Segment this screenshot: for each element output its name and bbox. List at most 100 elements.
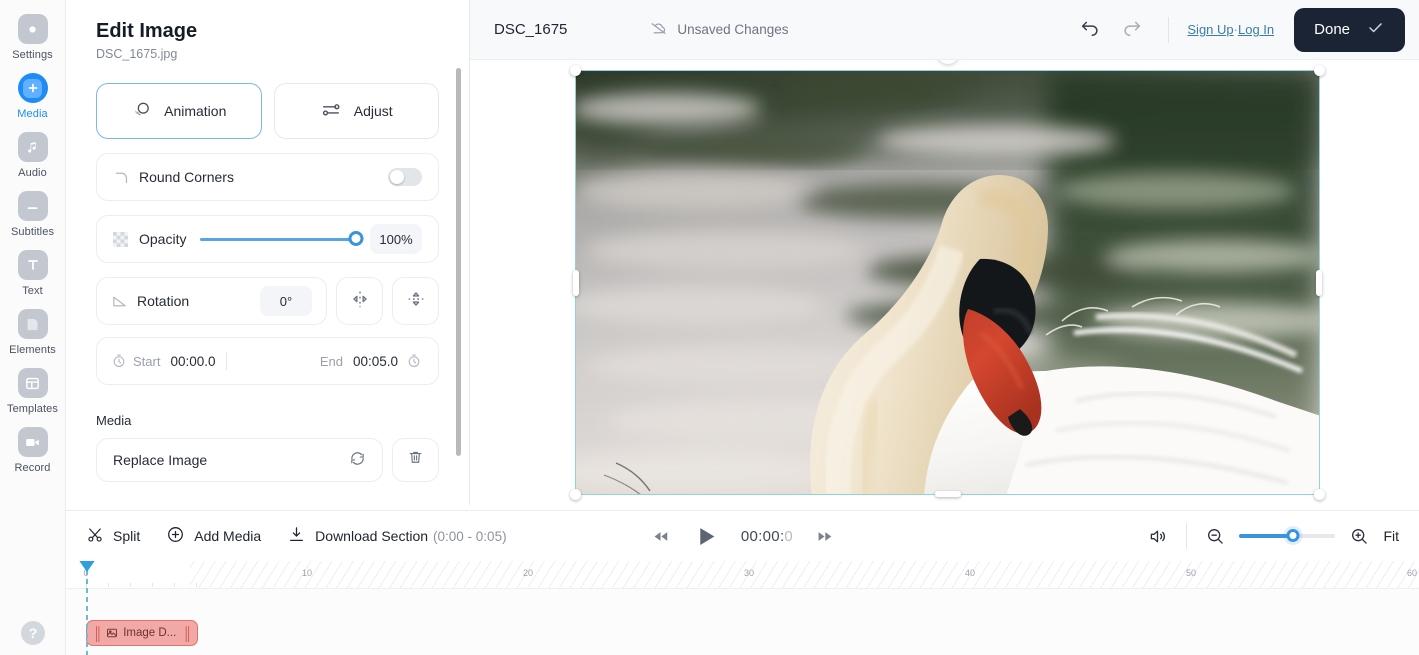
redo-button[interactable] bbox=[1114, 12, 1150, 48]
check-icon bbox=[1366, 18, 1385, 41]
opacity-value[interactable]: 100% bbox=[370, 224, 422, 254]
resize-handle-bottom-left[interactable] bbox=[570, 489, 581, 500]
save-status: Unsaved Changes bbox=[649, 19, 788, 41]
zoom-in-button[interactable] bbox=[1349, 526, 1369, 546]
undo-button[interactable] bbox=[1072, 12, 1108, 48]
ruler-minor-tick bbox=[152, 583, 153, 587]
clip-handle-right[interactable]: ║ bbox=[183, 626, 191, 641]
skip-forward-button[interactable] bbox=[815, 527, 834, 546]
delete-image-button[interactable] bbox=[392, 438, 439, 482]
ruler-tick: 40 bbox=[965, 568, 975, 578]
timing-row: Start 00:00.0 End 00:05.0 bbox=[96, 337, 439, 385]
page-title: Edit Image bbox=[96, 20, 439, 43]
resize-handle-bottom[interactable] bbox=[935, 491, 961, 497]
opacity-slider[interactable] bbox=[200, 238, 356, 241]
opacity-label: Opacity bbox=[139, 231, 186, 247]
ruler-minor-tick bbox=[108, 583, 109, 587]
help-button[interactable]: ? bbox=[0, 621, 66, 645]
sidebar-item-templates[interactable]: Templates bbox=[0, 368, 66, 415]
sidebar-item-media[interactable]: Media bbox=[0, 73, 66, 120]
resize-handle-left[interactable] bbox=[573, 270, 579, 296]
timeline-clip-image[interactable]: ║ Image D... ║ bbox=[86, 620, 198, 646]
rotation-label: Rotation bbox=[137, 293, 189, 309]
tab-adjust-label: Adjust bbox=[354, 103, 393, 119]
volume-button[interactable] bbox=[1147, 526, 1168, 547]
rotation-value[interactable]: 0° bbox=[260, 286, 312, 316]
undo-arrow-icon bbox=[1079, 16, 1101, 43]
media-actions: Replace Image bbox=[96, 438, 439, 482]
split-label: Split bbox=[113, 528, 140, 544]
split-button[interactable]: Split bbox=[86, 526, 140, 547]
sidebar-item-audio[interactable]: Audio bbox=[0, 132, 66, 179]
download-icon bbox=[287, 525, 306, 547]
sidebar-item-label: Audio bbox=[18, 167, 47, 179]
edit-image-panel: Edit Image DSC_1675.jpg Animation bbox=[66, 0, 470, 505]
play-button[interactable] bbox=[692, 523, 719, 550]
scissors-icon bbox=[86, 526, 104, 547]
end-value[interactable]: 00:05.0 bbox=[353, 354, 398, 369]
rotate-handle[interactable] bbox=[937, 60, 959, 64]
timeline[interactable]: 0102030405060 ║ Image D... ║ bbox=[66, 561, 1419, 655]
fit-button[interactable]: Fit bbox=[1383, 528, 1399, 544]
ruler-tick: 60 bbox=[1407, 568, 1417, 578]
project-name[interactable]: DSC_1675 bbox=[494, 21, 567, 38]
timeline-track[interactable] bbox=[66, 589, 1419, 655]
resize-handle-top-right[interactable] bbox=[1314, 65, 1325, 76]
top-bar: DSC_1675 Unsaved Changes bbox=[470, 0, 1419, 60]
clip-handle-left[interactable]: ║ bbox=[93, 626, 101, 641]
tab-animation[interactable]: Animation bbox=[96, 83, 262, 139]
media-section-title: Media bbox=[96, 413, 439, 428]
start-label: Start bbox=[133, 354, 160, 369]
sidebar-item-subtitles[interactable]: Subtitles bbox=[0, 191, 66, 238]
sidebar-item-elements[interactable]: Elements bbox=[0, 309, 66, 356]
image-selection-frame[interactable] bbox=[575, 70, 1320, 495]
ruler-tick: 50 bbox=[1186, 568, 1196, 578]
sign-up-link[interactable]: Sign Up bbox=[1187, 22, 1233, 37]
sidebar-item-text[interactable]: Text bbox=[0, 250, 66, 297]
log-in-link[interactable]: Log In bbox=[1238, 22, 1274, 37]
zoom-slider-knob[interactable] bbox=[1287, 529, 1300, 542]
rotation-row: Rotation 0° bbox=[96, 277, 439, 325]
flip-vertical-button[interactable] bbox=[392, 277, 439, 325]
preview-canvas[interactable] bbox=[470, 60, 1419, 510]
replace-image-button[interactable]: Replace Image bbox=[96, 438, 383, 482]
refresh-icon bbox=[349, 450, 366, 470]
help-question-icon: ? bbox=[21, 621, 45, 645]
ruler-tick: 20 bbox=[523, 568, 533, 578]
timeline-playhead[interactable] bbox=[86, 561, 88, 655]
view-divider bbox=[1186, 523, 1187, 549]
resize-handle-right[interactable] bbox=[1316, 270, 1322, 296]
elements-icon bbox=[18, 309, 48, 339]
settings-icon bbox=[18, 14, 48, 44]
angle-icon bbox=[111, 293, 133, 310]
zoom-out-button[interactable] bbox=[1205, 526, 1225, 546]
current-time: 00:00:0 bbox=[741, 528, 793, 545]
skip-back-button[interactable] bbox=[651, 527, 670, 546]
sidebar-item-record[interactable]: Record bbox=[0, 427, 66, 474]
save-status-label: Unsaved Changes bbox=[677, 22, 788, 37]
done-button[interactable]: Done bbox=[1294, 8, 1405, 52]
top-bar-actions: Sign Up·Log In Done bbox=[1072, 8, 1405, 52]
round-corners-row: Round Corners bbox=[96, 153, 439, 201]
transport-controls: 00:00:0 bbox=[651, 523, 834, 550]
panel-scrollbar[interactable] bbox=[456, 68, 461, 456]
resize-handle-bottom-right[interactable] bbox=[1314, 489, 1325, 500]
start-value[interactable]: 00:00.0 bbox=[170, 354, 215, 369]
flip-horizontal-icon bbox=[349, 288, 371, 315]
sidebar-item-label: Media bbox=[17, 108, 47, 120]
animation-icon bbox=[131, 99, 152, 123]
download-section-label: Download Section bbox=[315, 528, 428, 544]
add-media-button[interactable]: Add Media bbox=[166, 525, 261, 547]
resize-handle-top-left[interactable] bbox=[570, 65, 581, 76]
flip-horizontal-button[interactable] bbox=[336, 277, 383, 325]
left-sidebar-rail: Settings Media Audio bbox=[0, 0, 66, 655]
timeline-ruler[interactable]: 0102030405060 bbox=[66, 561, 1419, 589]
download-section-button[interactable]: Download Section (0:00 - 0:05) bbox=[287, 525, 506, 547]
image-icon bbox=[106, 627, 118, 639]
sidebar-item-settings[interactable]: Settings bbox=[0, 14, 66, 61]
tab-adjust[interactable]: Adjust bbox=[274, 83, 440, 139]
zoom-slider[interactable] bbox=[1239, 534, 1335, 538]
opacity-slider-knob[interactable] bbox=[349, 231, 364, 246]
download-section-range: (0:00 - 0:05) bbox=[433, 529, 507, 544]
round-corners-toggle[interactable] bbox=[388, 168, 422, 186]
